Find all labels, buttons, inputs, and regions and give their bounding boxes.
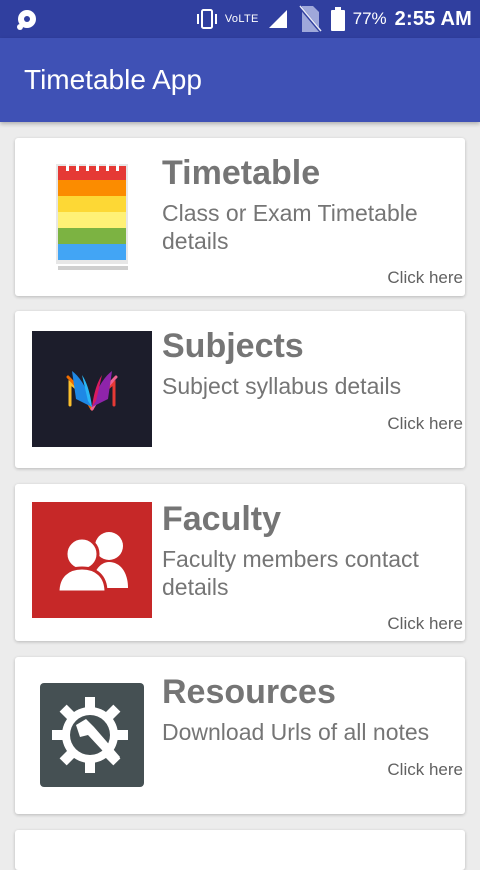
click-here-link[interactable]: Click here (387, 268, 463, 288)
subjects-card[interactable]: Subjects Subject syllabus details Click … (15, 311, 465, 468)
notification-icon (17, 10, 36, 30)
clock: 2:55 AM (394, 7, 472, 30)
app-bar: Timetable App (0, 38, 480, 122)
timetable-notepad-icon (56, 161, 128, 270)
click-here-link[interactable]: Click here (387, 614, 463, 634)
next-card-partial[interactable] (15, 830, 465, 870)
click-here-link[interactable]: Click here (387, 760, 463, 780)
network-type-label: VoLTE (224, 13, 259, 25)
card-title: Timetable (162, 154, 321, 192)
signal-icon (268, 10, 287, 28)
people-icon (32, 502, 152, 618)
timetable-card[interactable]: Timetable Class or Exam Timetable detail… (15, 138, 465, 296)
card-description: Class or Exam Timetable details (162, 200, 418, 254)
battery-percent: 77% (352, 9, 387, 28)
click-here-link[interactable]: Click here (387, 414, 463, 434)
card-title: Faculty (162, 500, 282, 538)
card-description: Download Urls of all notes (162, 719, 430, 745)
card-title: Resources (162, 673, 336, 711)
card-description: Subject syllabus details (162, 373, 402, 399)
card-title: Subjects (162, 327, 304, 365)
resources-card[interactable]: Resources Download Urls of all notes Cli… (15, 657, 465, 814)
book-icon (32, 331, 152, 447)
status-bar: VoLTE 77% 2:55 AM (0, 0, 480, 38)
faculty-card[interactable]: Faculty Faculty members contact details … (15, 484, 465, 641)
vibrate-icon (196, 9, 217, 29)
card-description: Faculty members contact details (162, 546, 419, 600)
settings-wrench-icon (40, 683, 144, 787)
battery-icon (330, 7, 345, 31)
no-sim-icon (298, 5, 322, 33)
app-title: Timetable App (24, 64, 202, 95)
